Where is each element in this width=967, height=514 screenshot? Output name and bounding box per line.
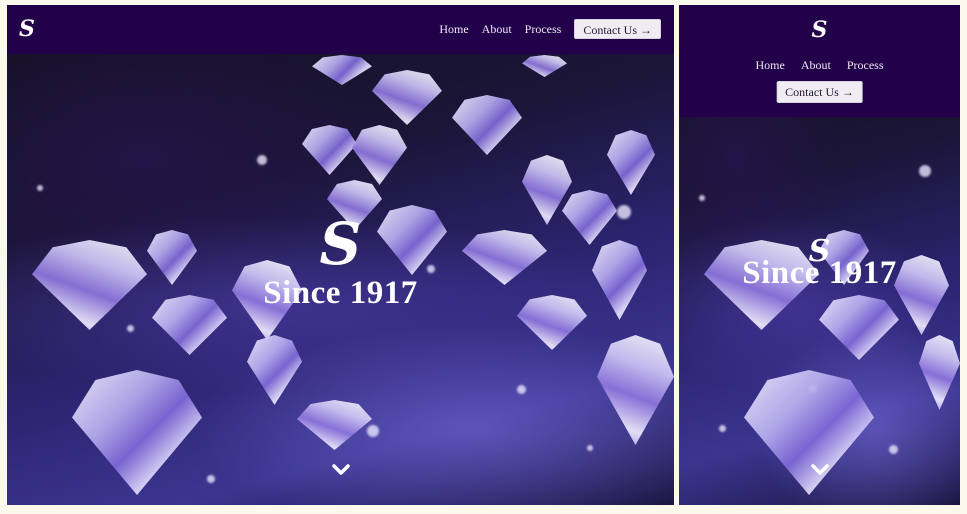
navbar: S Home About Process Contact Us → [7, 5, 674, 54]
nav-link-home[interactable]: Home [439, 19, 468, 39]
nav-link-about[interactable]: About [801, 55, 831, 75]
nav-link-home[interactable]: Home [756, 55, 785, 75]
nav-link-process[interactable]: Process [525, 19, 562, 39]
chevron-down-icon[interactable] [331, 463, 351, 477]
hero-monogram-icon: S [319, 210, 362, 278]
contact-us-button[interactable]: Contact Us → [776, 81, 863, 103]
nav-link-about[interactable]: About [482, 19, 512, 39]
nav-links: Home About Process [679, 55, 960, 75]
mobile-view: S Home About Process Contact Us → S Since… [679, 5, 960, 505]
hero-content: S Since 1917 [679, 237, 960, 292]
hero-title: Since 1917 [742, 255, 897, 291]
brand-logo-icon[interactable]: S [812, 17, 828, 43]
contact-us-button[interactable]: Contact Us → [574, 19, 661, 39]
arrow-right-icon: → [841, 85, 854, 99]
contact-us-label: Contact Us [785, 85, 839, 99]
desktop-view: S Home About Process Contact Us → S Since… [7, 5, 674, 505]
arrow-right-icon: → [640, 23, 652, 37]
chevron-down-icon[interactable] [810, 463, 830, 477]
contact-us-label: Contact Us [583, 23, 637, 37]
navbar: S Home About Process Contact Us → [679, 5, 960, 117]
hero-content: S Since 1917 [7, 215, 674, 312]
nav-links: Home About Process Contact Us → [439, 19, 661, 39]
nav-link-process[interactable]: Process [847, 55, 884, 75]
brand-logo-icon[interactable]: S [19, 16, 35, 42]
hero-title: Since 1917 [263, 275, 418, 311]
